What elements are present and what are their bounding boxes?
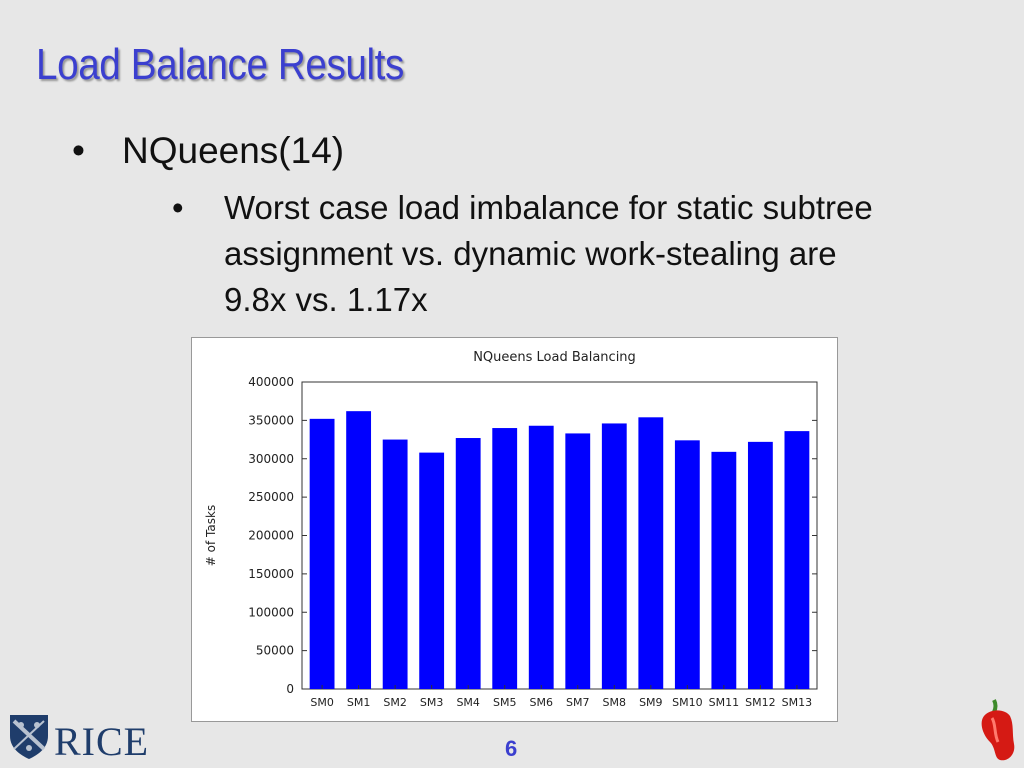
bullet-text: Worst case load imbalance for static sub… <box>224 189 873 318</box>
bar <box>674 440 700 689</box>
y-tick-label: 350000 <box>248 413 294 427</box>
x-tick-label: SM7 <box>566 696 589 709</box>
bar <box>711 451 737 689</box>
chili-pepper-icon <box>981 699 1015 761</box>
x-tick-label: SM4 <box>456 696 479 709</box>
bullet-marker: • <box>72 130 85 171</box>
y-tick-label: 400000 <box>248 375 294 389</box>
chart-title: NQueens Load Balancing <box>473 350 636 365</box>
x-tick-label: SM10 <box>672 696 702 709</box>
x-tick-label: SM13 <box>782 696 812 709</box>
y-tick-label: 100000 <box>248 605 294 619</box>
plot-border <box>301 381 818 690</box>
x-tick-label: SM8 <box>603 696 626 709</box>
bullet-text: NQueens(14) <box>122 130 345 171</box>
slide-title: Load Balance Results <box>36 40 404 89</box>
bar <box>382 439 408 689</box>
bar <box>492 428 518 689</box>
y-tick-label: 150000 <box>248 567 294 581</box>
rice-shield-icon <box>10 715 48 759</box>
bar-chart: NQueens Load Balancing # of Tasks 0 50000 10… <box>204 350 818 709</box>
rice-logo-text: RICE <box>54 719 150 764</box>
y-axis-label: # of Tasks <box>204 505 218 566</box>
bar <box>309 418 335 689</box>
bar <box>784 431 810 689</box>
y-tick-label: 50000 <box>256 644 294 658</box>
bar <box>455 438 481 689</box>
page-number: 6 <box>505 736 518 761</box>
x-tick-label: SM12 <box>745 696 775 709</box>
x-tick-label: SM2 <box>383 696 406 709</box>
bar <box>346 411 372 689</box>
bar <box>565 433 591 689</box>
x-tick-label: SM1 <box>347 696 370 709</box>
y-tick-label: 300000 <box>248 452 294 466</box>
x-tick-label: SM11 <box>709 696 739 709</box>
bar <box>419 452 445 689</box>
y-tick-label: 250000 <box>248 490 294 504</box>
bar <box>638 417 664 689</box>
bar <box>747 441 773 689</box>
chart-container: NQueens Load Balancing # of Tasks 0 50000 10… <box>191 337 838 722</box>
x-tick-label: SM5 <box>493 696 516 709</box>
x-tick-label: SM6 <box>529 696 552 709</box>
x-tick-label: SM0 <box>310 696 333 709</box>
x-tick-label: SM3 <box>420 696 443 709</box>
y-tick-label: 0 <box>286 682 294 696</box>
bullet-marker: • <box>172 189 184 226</box>
bar <box>528 425 554 689</box>
x-tick-label: SM9 <box>639 696 662 709</box>
y-tick-label: 200000 <box>248 529 294 543</box>
bar <box>601 423 627 689</box>
